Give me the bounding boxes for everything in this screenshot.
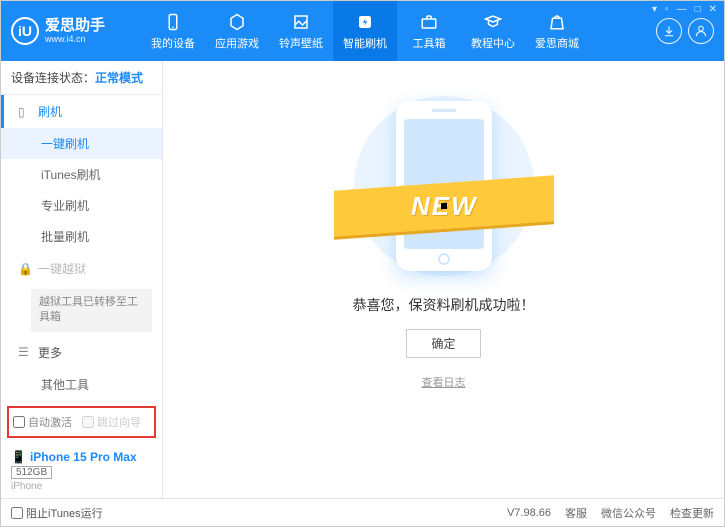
nav-label: 工具箱 (413, 35, 446, 51)
nav-tutorial[interactable]: 教程中心 (461, 1, 525, 61)
main-content: NEW 恭喜您，保资料刷机成功啦！ 确定 查看日志 (163, 61, 724, 498)
nav-store[interactable]: 爱思商城 (525, 1, 589, 61)
nav-label: 铃声壁纸 (279, 35, 323, 51)
skip-guide-checkbox[interactable]: 跳过向导 (82, 414, 141, 430)
nav-label: 教程中心 (471, 35, 515, 51)
app-title: 爱思助手 (45, 18, 105, 35)
ok-button[interactable]: 确定 (406, 329, 480, 358)
device-storage: 512GB (11, 466, 52, 479)
version-label: V7.98.66 (507, 507, 551, 519)
nav-label: 智能刷机 (343, 35, 387, 51)
sidebar-item-other[interactable]: 其他工具 (1, 369, 162, 400)
user-button[interactable] (688, 18, 714, 44)
tshirt-icon[interactable]: ▫ (665, 4, 669, 15)
nav-label: 我的设备 (151, 35, 195, 51)
device-name[interactable]: 📱iPhone 15 Pro Max (11, 450, 152, 464)
logo-icon: iU (11, 17, 39, 45)
nav-ringtones[interactable]: 铃声壁纸 (269, 1, 333, 61)
menu-icon[interactable]: ▾ (652, 4, 657, 15)
footer-update[interactable]: 检查更新 (670, 505, 714, 521)
store-icon (547, 12, 567, 32)
sidebar-item-pro[interactable]: 专业刷机 (1, 190, 162, 221)
footer-wechat[interactable]: 微信公众号 (601, 505, 656, 521)
sidebar: 设备连接状态：正常模式 ▯刷机 一键刷机 iTunes刷机 专业刷机 批量刷机 … (1, 61, 163, 498)
flash-icon (355, 12, 375, 32)
nav-my-device[interactable]: 我的设备 (141, 1, 205, 61)
block-itunes-checkbox[interactable]: 阻止iTunes运行 (11, 505, 103, 521)
view-log-link[interactable]: 查看日志 (422, 374, 466, 390)
logo: iU 爱思助手 www.i4.cn (11, 17, 141, 45)
nav-apps[interactable]: 应用游戏 (205, 1, 269, 61)
minimize-icon[interactable]: — (677, 4, 687, 15)
group-more[interactable]: ☰更多 (1, 336, 162, 369)
group-jailbreak: 🔒一键越狱 (1, 252, 162, 285)
auto-activate-checkbox[interactable]: 自动激活 (13, 414, 72, 430)
device-type: iPhone (11, 481, 152, 492)
sidebar-item-itunes[interactable]: iTunes刷机 (1, 159, 162, 190)
footer-support[interactable]: 客服 (565, 505, 587, 521)
sidebar-item-oneclick[interactable]: 一键刷机 (1, 128, 162, 159)
phone-small-icon: 📱 (11, 450, 26, 464)
success-illustration: NEW (334, 91, 554, 281)
lock-icon: 🔒 (18, 262, 32, 276)
apps-icon (227, 12, 247, 32)
toolbox-icon (419, 12, 439, 32)
connection-status: 设备连接状态：正常模式 (1, 61, 162, 95)
list-icon: ☰ (18, 345, 32, 359)
nav-flash[interactable]: 智能刷机 (333, 1, 397, 61)
jailbreak-note: 越狱工具已转移至工具箱 (31, 289, 152, 332)
sidebar-item-batch[interactable]: 批量刷机 (1, 221, 162, 252)
success-message: 恭喜您，保资料刷机成功啦！ (353, 295, 535, 315)
top-nav: 我的设备 应用游戏 铃声壁纸 智能刷机 工具箱 教程中心 (141, 1, 656, 61)
nav-label: 爱思商城 (535, 35, 579, 51)
footer: 阻止iTunes运行 V7.98.66 客服 微信公众号 检查更新 (1, 498, 724, 526)
tutorial-icon (483, 12, 503, 32)
wallpaper-icon (291, 12, 311, 32)
phone-icon: ▯ (18, 105, 32, 119)
maximize-icon[interactable]: □ (695, 4, 701, 15)
highlight-box: 自动激活 跳过向导 (7, 406, 156, 438)
nav-label: 应用游戏 (215, 35, 259, 51)
ribbon-text: NEW (410, 191, 477, 222)
device-info: 📱iPhone 15 Pro Max 512GB iPhone (1, 444, 162, 498)
nav-toolbox[interactable]: 工具箱 (397, 1, 461, 61)
header: iU 爱思助手 www.i4.cn 我的设备 应用游戏 铃声壁纸 智能刷机 (1, 1, 724, 61)
app-site: www.i4.cn (45, 34, 105, 44)
group-flash[interactable]: ▯刷机 (1, 95, 162, 128)
download-button[interactable] (656, 18, 682, 44)
close-icon[interactable]: ✕ (709, 4, 717, 15)
device-icon (163, 12, 183, 32)
